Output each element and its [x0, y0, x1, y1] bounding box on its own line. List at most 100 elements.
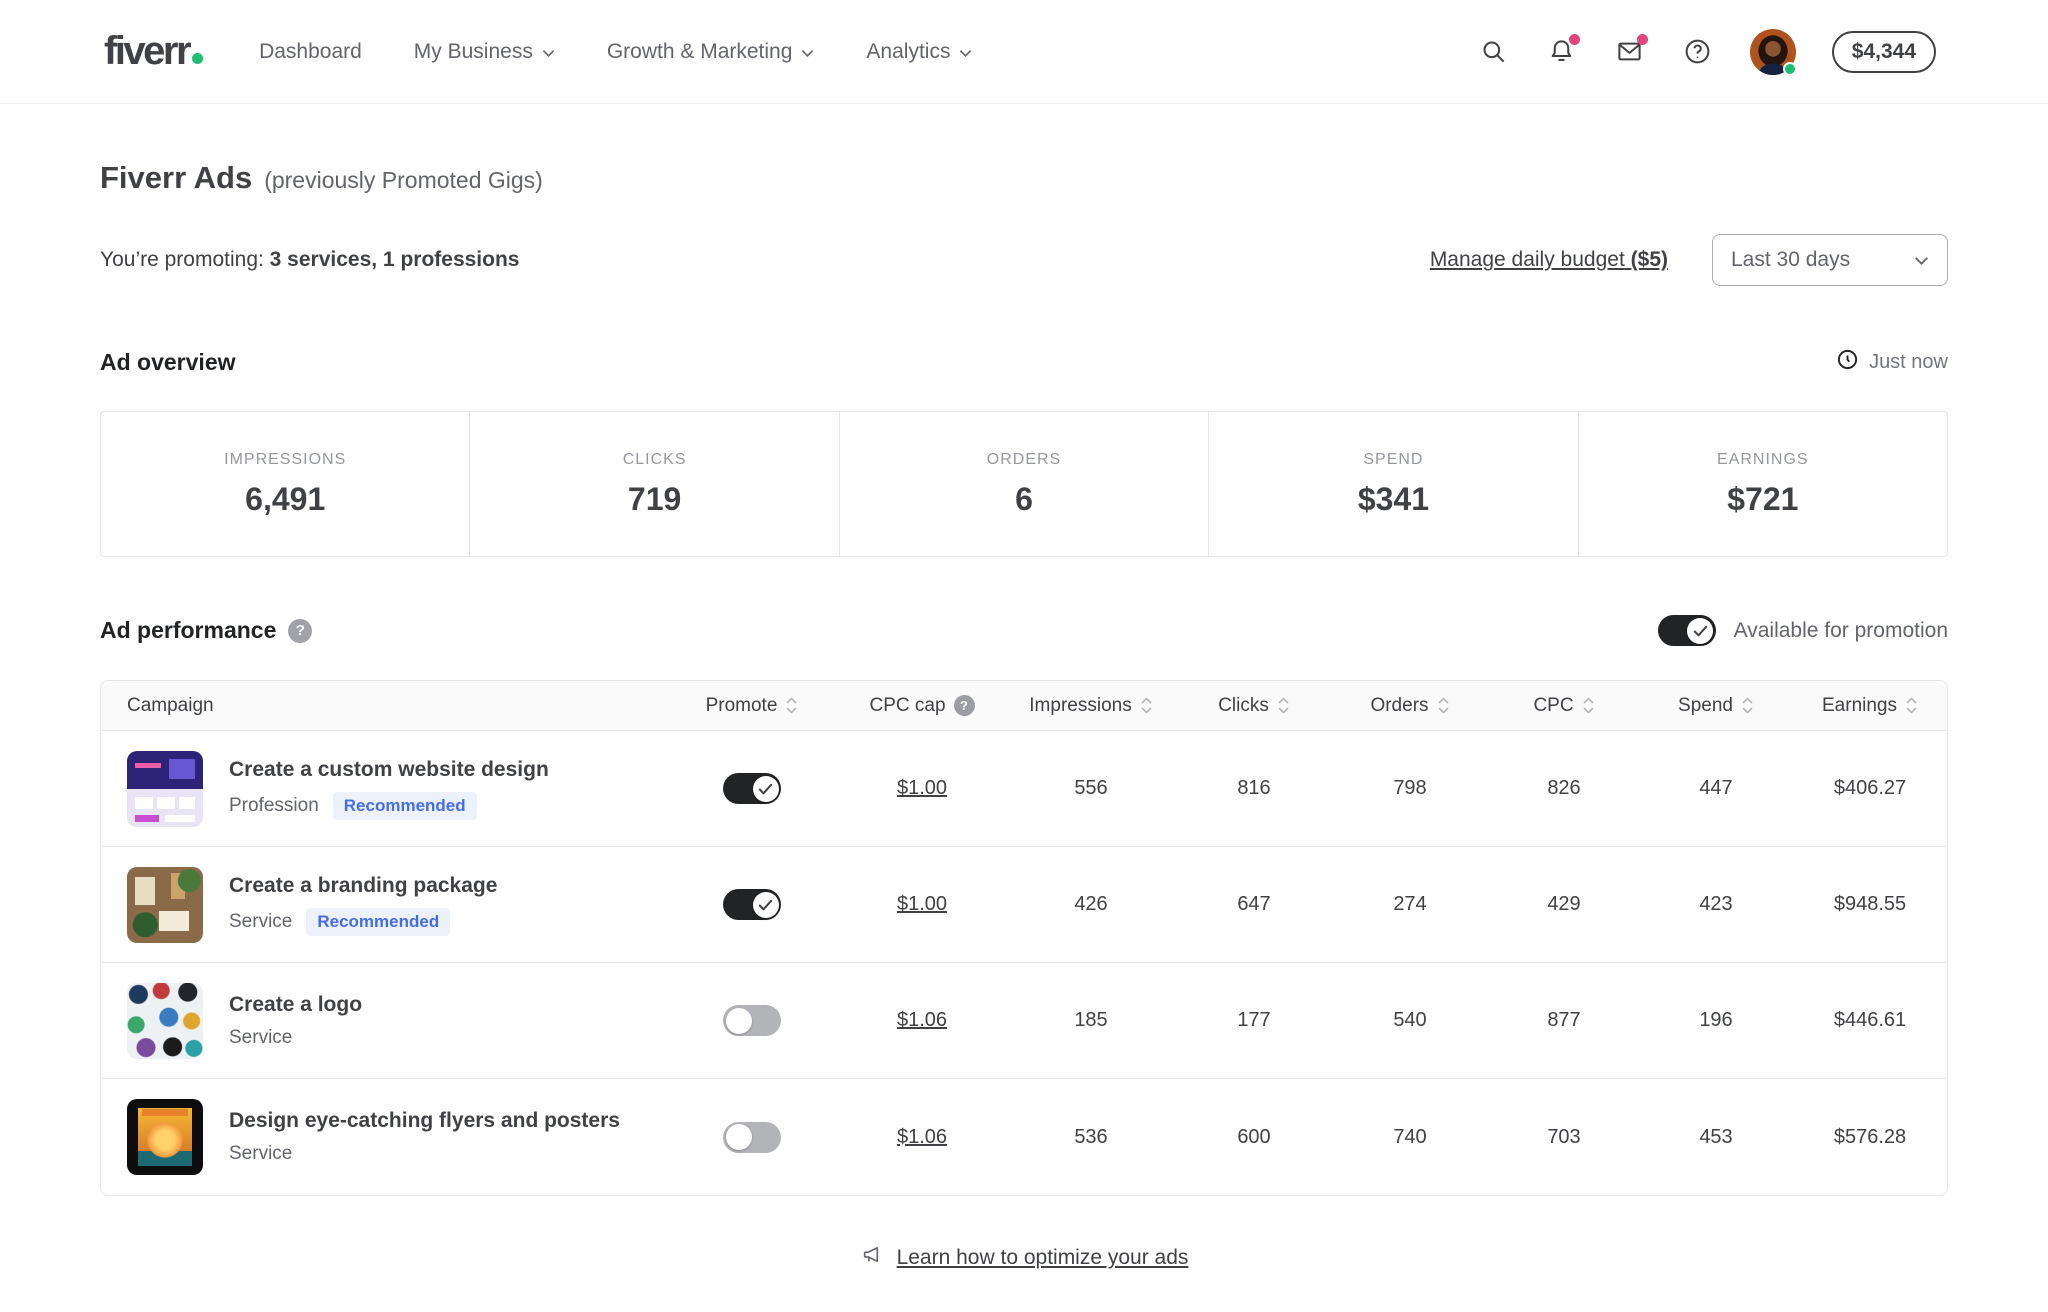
promoting-counts: 3 services, 1 professions [270, 248, 520, 271]
messages-mail-icon[interactable] [1614, 36, 1646, 68]
main-content: Fiverr Ads (previously Promoted Gigs) Yo… [100, 104, 1948, 1312]
topbar-actions: $4,344 [1478, 29, 1936, 75]
promoting-summary: You’re promoting: 3 services, 1 professi… [100, 248, 519, 272]
nav-item-dashboard[interactable]: Dashboard [259, 40, 362, 64]
notifications-bell-icon[interactable] [1546, 36, 1578, 68]
primary-nav: Dashboard My Business Growth & Marketing… [259, 40, 972, 64]
avatar[interactable] [1750, 29, 1796, 75]
promotion-summary-row: You’re promoting: 3 services, 1 professi… [100, 234, 1948, 286]
cpc-cap-link[interactable]: $1.06 [897, 1126, 947, 1149]
toggle-knob [753, 892, 779, 918]
nav-item-my-business[interactable]: My Business [414, 40, 555, 64]
column-earnings: Earnings [1791, 695, 1948, 717]
ad-performance-table: Campaign Promote CPC cap ? Impressions C… [100, 680, 1948, 1196]
megaphone-icon [860, 1244, 885, 1272]
campaign-thumbnail[interactable] [127, 983, 203, 1059]
cpc-cap-link[interactable]: $1.00 [897, 777, 947, 800]
search-icon[interactable] [1478, 36, 1510, 68]
sort-icon[interactable] [1905, 696, 1918, 715]
table-row: Create a logo Service $1.06 185 177 540 … [101, 963, 1947, 1079]
clock-icon [1836, 348, 1859, 377]
cpc-value: 429 [1487, 893, 1641, 916]
campaign-cell: Create a branding package Service Recomm… [101, 867, 667, 943]
spend-value: 447 [1641, 777, 1791, 800]
sort-icon[interactable] [1437, 696, 1450, 715]
sort-icon[interactable] [785, 696, 798, 715]
impressions-value: 426 [1007, 893, 1175, 916]
earnings-value: $948.55 [1791, 893, 1948, 916]
column-campaign: Campaign [101, 695, 667, 717]
stat-impressions: IMPRESSIONS 6,491 [101, 412, 469, 556]
chevron-down-icon [542, 40, 555, 64]
cpc-cap-link[interactable]: $1.06 [897, 1009, 947, 1032]
optimize-ads-link[interactable]: Learn how to optimize your ads [897, 1246, 1189, 1270]
notification-dot [1569, 34, 1580, 45]
impressions-value: 536 [1007, 1126, 1175, 1149]
fiverr-logo-text: fiverr [104, 29, 189, 74]
campaign-title[interactable]: Create a custom website design [229, 758, 549, 782]
clicks-value: 177 [1175, 1009, 1333, 1032]
promote-cell [667, 1122, 837, 1153]
promote-toggle[interactable] [723, 773, 781, 804]
earnings-value: $406.27 [1791, 777, 1948, 800]
help-icon[interactable] [1682, 36, 1714, 68]
balance-pill[interactable]: $4,344 [1832, 31, 1936, 73]
last-updated: Just now [1836, 348, 1948, 377]
table-row: Design eye-catching flyers and posters S… [101, 1079, 1947, 1195]
cpc-cap-help-icon[interactable]: ? [954, 695, 975, 716]
impressions-value: 556 [1007, 777, 1175, 800]
promote-cell [667, 889, 837, 920]
spend-value: 453 [1641, 1126, 1791, 1149]
footer-link-row: Learn how to optimize your ads [100, 1244, 1948, 1312]
campaign-thumbnail[interactable] [127, 1099, 203, 1175]
ad-performance-title: Ad performance ? [100, 617, 312, 644]
fiverr-logo[interactable]: fiverr [104, 29, 203, 74]
promote-toggle[interactable] [723, 1122, 781, 1153]
available-for-promotion-toggle[interactable] [1658, 615, 1716, 646]
ad-overview-header: Ad overview Just now [100, 348, 1948, 377]
column-orders: Orders [1333, 695, 1487, 717]
promote-cell [667, 1005, 837, 1036]
sort-icon[interactable] [1277, 696, 1290, 715]
date-range-select[interactable]: Last 30 days [1712, 234, 1948, 286]
promo-controls: Manage daily budget ($5) Last 30 days [1430, 234, 1948, 286]
promote-cell [667, 773, 837, 804]
manage-daily-budget-link[interactable]: Manage daily budget ($5) [1430, 248, 1668, 272]
campaign-title[interactable]: Design eye-catching flyers and posters [229, 1109, 620, 1133]
page-title: Fiverr Ads [100, 160, 252, 196]
cpc-cap-link[interactable]: $1.00 [897, 893, 947, 916]
campaign-title[interactable]: Create a branding package [229, 874, 497, 898]
orders-value: 740 [1333, 1126, 1487, 1149]
cpc-value: 877 [1487, 1009, 1641, 1032]
promote-toggle[interactable] [723, 889, 781, 920]
campaign-title[interactable]: Create a logo [229, 993, 362, 1017]
table-row: Create a custom website design Professio… [101, 731, 1947, 847]
sort-icon[interactable] [1741, 696, 1754, 715]
availability-toggle-row: Available for promotion [1658, 615, 1948, 646]
column-impressions: Impressions [1007, 695, 1175, 717]
clicks-value: 647 [1175, 893, 1333, 916]
promote-toggle[interactable] [723, 1005, 781, 1036]
clicks-value: 816 [1175, 777, 1333, 800]
top-navigation-bar: fiverr Dashboard My Business Growth & Ma… [0, 0, 2048, 104]
page-subtitle: (previously Promoted Gigs) [264, 167, 543, 194]
cpc-value: 703 [1487, 1126, 1641, 1149]
nav-item-analytics[interactable]: Analytics [866, 40, 972, 64]
sort-icon[interactable] [1582, 696, 1595, 715]
campaign-type: Profession [229, 795, 319, 817]
ad-performance-help-icon[interactable]: ? [288, 619, 312, 643]
toggle-knob [1687, 618, 1713, 644]
campaign-thumbnail[interactable] [127, 751, 203, 827]
recommended-badge: Recommended [333, 792, 477, 820]
campaign-thumbnail[interactable] [127, 867, 203, 943]
ad-overview-stats: IMPRESSIONS 6,491 CLICKS 719 ORDERS 6 SP… [100, 411, 1948, 557]
toggle-knob [726, 1124, 752, 1150]
spend-value: 196 [1641, 1009, 1791, 1032]
campaign-cell: Create a logo Service [101, 983, 667, 1059]
toggle-knob [726, 1008, 752, 1034]
chevron-down-icon [1914, 248, 1929, 272]
nav-item-growth-marketing[interactable]: Growth & Marketing [607, 40, 815, 64]
earnings-value: $576.28 [1791, 1126, 1948, 1149]
cpc-cap-cell: $1.00 [837, 893, 1007, 916]
sort-icon[interactable] [1140, 696, 1153, 715]
